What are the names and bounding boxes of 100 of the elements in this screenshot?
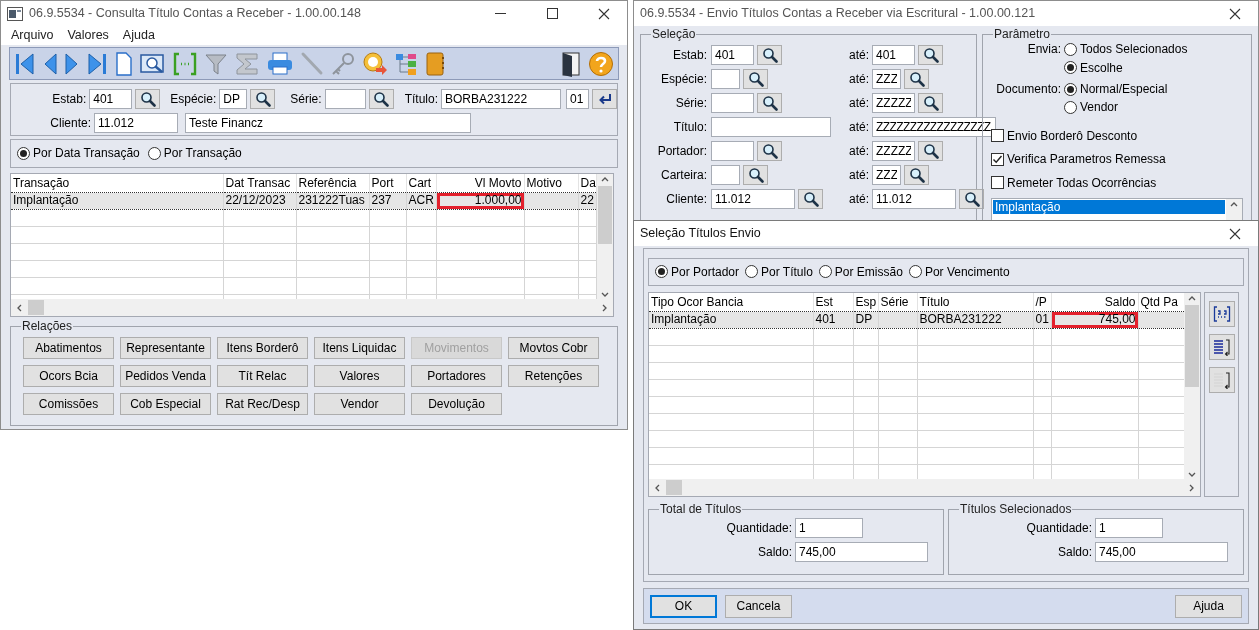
relation-button[interactable]: Portadores [411,365,502,388]
relation-button[interactable]: Retenções [508,365,599,388]
radio-option[interactable]: Por Título [745,264,813,280]
relation-button[interactable]: Itens Liquidac [314,337,405,360]
next-icon[interactable] [64,50,80,77]
lookup-button[interactable] [743,165,768,186]
table-row[interactable]: Implantação 22/12/2023 231222Tuas 237 ACR 1.000,00 22 [11,192,596,209]
tool-button[interactable] [1208,334,1235,360]
relation-button[interactable]: Devolução [411,393,502,416]
notebook-icon[interactable] [424,50,446,77]
input-field[interactable]: 11.012 [94,113,178,133]
list-item[interactable]: Implantação [993,199,1225,214]
previous-icon[interactable] [42,50,58,77]
menu-item[interactable]: Arquivo [4,28,61,43]
clock-arrow-icon[interactable] [362,50,388,77]
door-icon[interactable] [560,50,582,77]
menu-item[interactable]: Ajuda [115,28,162,43]
radio-option[interactable]: Por Vencimento [908,264,1010,280]
lookup-button[interactable] [918,45,943,66]
lookup-button[interactable] [918,93,943,114]
radio-option[interactable]: Por Emissão [818,264,903,280]
relation-button[interactable]: Comissões [23,393,114,416]
lookup-button[interactable] [250,89,276,109]
radio-option[interactable]: Por Transação [147,146,242,161]
enter-button[interactable] [592,89,617,109]
input-field[interactable]: 11.012 [711,189,795,210]
input-field[interactable]: Teste Financz [185,113,471,133]
tool-button[interactable] [1208,301,1235,327]
radio-option[interactable]: Por Portador [655,264,740,280]
relation-button[interactable]: Vendor [314,393,405,416]
first-record-icon[interactable] [14,50,36,77]
input-field[interactable]: 11.012 [872,189,956,210]
input-field[interactable]: 1 [795,518,863,539]
relation-button[interactable]: Valores [314,365,405,388]
key-icon[interactable] [330,50,356,77]
help-icon[interactable] [588,50,614,77]
scroll-thumb[interactable] [666,480,682,495]
radio-option[interactable]: Vendor [1064,100,1243,115]
input-field[interactable]: 01 [566,89,589,109]
input-field[interactable] [711,69,740,90]
lookup-button[interactable] [904,165,929,186]
relation-button[interactable]: Cob Especial [120,393,211,416]
radio-option[interactable]: Todos Selecionados [1064,42,1243,57]
checkbox-option[interactable]: Verifica Parametros Remessa [991,152,1243,167]
table-cell: 745,00 [1051,311,1138,328]
relation-button[interactable]: Itens Borderô [217,337,308,360]
data-grid[interactable]: Transação Dat Transac Referência Port Cart Vl Movto Motivo Da Implantação 22/12/2023 231222Tuas 237 ACR 1.000,00 22 [10,173,614,317]
scroll-thumb[interactable] [28,300,44,315]
table-row[interactable]: Implantação 401 DP BORBA231222 01 745,00 [649,311,1184,328]
input-field[interactable]: ZZZZZZZZZZZZZZZZZ [872,117,996,138]
radio-option[interactable]: Normal/Especial [1064,81,1243,97]
input-field[interactable]: 1 [1095,518,1163,539]
relation-button[interactable]: Rat Rec/Desp [217,393,308,416]
lookup-button[interactable] [918,141,943,162]
input-field[interactable]: ZZZ [872,69,901,90]
dialog-button[interactable]: Cancela [725,594,792,618]
lookup-button[interactable] [904,69,929,90]
scroll-thumb[interactable] [598,186,612,244]
input-field[interactable]: 745,00 [1095,542,1228,563]
relation-button[interactable]: Representante [120,337,211,360]
relation-button[interactable]: Movtos Cobr [508,337,599,360]
lookup-button[interactable] [757,141,782,162]
lookup-button[interactable] [757,45,782,66]
input-field[interactable]: DP [219,89,248,109]
data-grid[interactable]: Tipo Ocor Bancia Est Esp Série Título /P Saldo Qtd Pa Implantação 401 DP BORBA231222 01 745,00 [648,292,1201,497]
lookup-button[interactable] [368,89,394,109]
relation-button[interactable]: Pedidos Venda [120,365,211,388]
vertical-scrollbar[interactable] [1184,293,1200,479]
radio-option[interactable]: Por Data Transação [17,146,140,161]
input-field[interactable] [711,117,831,138]
scroll-thumb[interactable] [1185,305,1199,387]
lookup-button[interactable] [757,93,782,114]
menu-item[interactable]: Valores [60,28,116,43]
input-field[interactable] [711,93,754,114]
input-field[interactable]: ZZZ [872,165,901,186]
bracket-icon[interactable] [172,50,198,77]
radio-option[interactable]: Escolhe [1064,60,1243,75]
input-field[interactable] [711,165,740,186]
input-field[interactable]: 401 [711,45,754,66]
lookup-button[interactable] [135,89,161,109]
vertical-scrollbar[interactable] [597,174,613,299]
input-field[interactable]: BORBA231222 [441,89,561,109]
lookup-button[interactable] [743,69,768,90]
lookup-button[interactable] [959,189,984,210]
relation-button[interactable]: Tít Relac [217,365,308,388]
checkbox-option[interactable]: Remeter Todas Ocorrências [991,175,1243,190]
last-record-icon[interactable] [86,50,108,77]
lookup-button[interactable] [798,189,823,210]
input-field[interactable] [711,141,754,162]
relation-button[interactable]: Abatimentos [23,337,114,360]
relation-button[interactable]: Ocors Bcia [23,365,114,388]
tool-button[interactable] [1208,367,1235,393]
input-field[interactable]: 745,00 [795,542,928,563]
dialog-button[interactable]: Ajuda [1175,594,1242,618]
input-field[interactable]: 401 [872,45,915,66]
input-field[interactable] [324,89,366,109]
input-field[interactable]: 401 [89,89,133,109]
dialog-button[interactable]: OK [650,594,717,618]
document-icon[interactable] [114,50,134,77]
printer-icon[interactable] [266,50,294,77]
